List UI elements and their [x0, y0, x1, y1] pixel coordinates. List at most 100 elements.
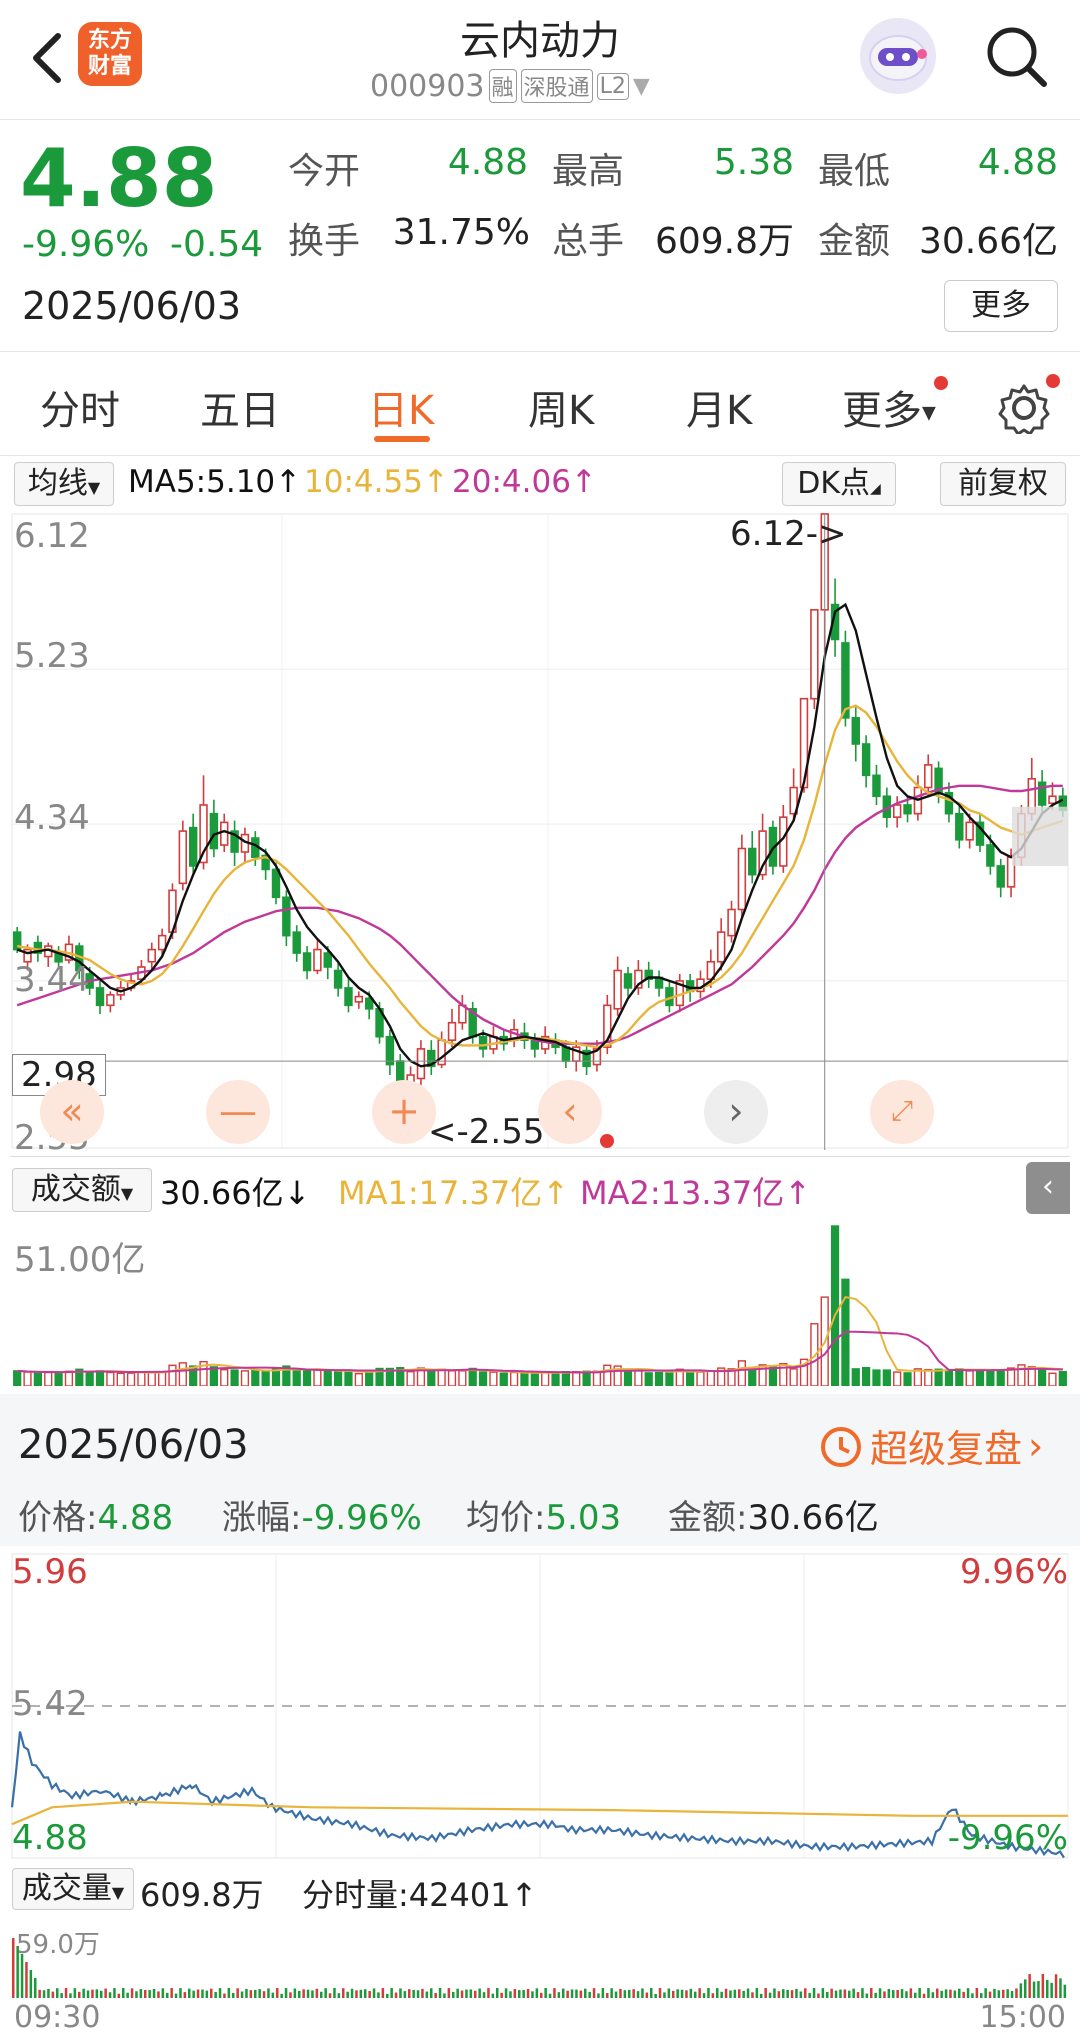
robot-icon [869, 35, 927, 81]
intraday-volume-bar [773, 1988, 776, 1998]
volume-legend: 30.66亿↓ [160, 1168, 310, 1214]
candle [282, 890, 291, 947]
intraday-volume-bar [130, 1988, 134, 1998]
more-button[interactable]: 更多 [944, 280, 1058, 332]
tab-five-day[interactable]: 五日 [200, 378, 280, 436]
volume-bar [830, 1225, 840, 1386]
intraday-volume-bar [900, 1989, 904, 1998]
detail-avg-label: 均价: [466, 1498, 546, 1538]
intraday-volume-bar [12, 1938, 15, 1998]
intraday-volume-bar [412, 1989, 415, 1998]
intraday-volume-bar [716, 1988, 719, 1998]
intraday-volume-bar [834, 1990, 838, 1998]
intraday-volume-bar [821, 1988, 825, 1998]
candle [737, 834, 747, 919]
intraday-volume-bar [513, 1989, 517, 1998]
candle-body [344, 987, 353, 1007]
intraday-vol-select[interactable]: 成交量▼ [12, 1868, 134, 1910]
candle-body [955, 812, 964, 841]
candle [955, 804, 964, 849]
scroll-left-fast-button[interactable]: « [40, 1080, 104, 1144]
candle [613, 956, 622, 1016]
volume-bar [1048, 1372, 1057, 1386]
intraday-volume-bar [51, 1991, 55, 1998]
intraday-volume-bar [161, 1988, 165, 1998]
candle-body [810, 609, 819, 700]
intraday-volume-bar [210, 1988, 213, 1998]
collapse-panel-button[interactable]: ‹ [1026, 1162, 1070, 1214]
intraday-volume-bar [1050, 1982, 1053, 1998]
intraday-volume-bar [29, 1970, 33, 1998]
intraday-volume-bar [755, 1988, 759, 1998]
intraday-volume-bar [1010, 1991, 1014, 1998]
intraday-volume-bar [676, 1989, 679, 1998]
intraday-volume-bar [531, 1991, 534, 1998]
intraday-volume-bar [931, 1992, 935, 1998]
scroll-left-button[interactable]: ‹ [538, 1080, 602, 1144]
open-label: 今开 [288, 151, 361, 192]
amount-value: 30.66亿 [918, 221, 1058, 262]
intraday-volume-bar [416, 1990, 420, 1998]
intraday-volume-bar [381, 1988, 385, 1998]
volume-bar [230, 1369, 239, 1386]
vol-ma1-text: MA1:17.37亿 [338, 1174, 543, 1212]
plot-frame [11, 513, 1069, 1149]
candle [582, 1043, 591, 1076]
volume-bar [209, 1366, 218, 1386]
intraday-volume-bar [707, 1988, 710, 1998]
intraday-volume-bar [628, 1989, 631, 1998]
zoom-out-button[interactable]: — [206, 1080, 270, 1144]
volume-bar [137, 1371, 146, 1386]
tab-more-label: 更多 [842, 388, 922, 434]
intraday-volume-bar [408, 1989, 411, 1998]
assistant-avatar[interactable] [860, 18, 936, 94]
intraday-volume-bar [751, 1992, 754, 1998]
volume-bar [789, 1368, 798, 1386]
search-button[interactable] [980, 20, 1052, 92]
tab-daily-k[interactable]: 日K [368, 378, 434, 436]
volume-bar [406, 1370, 415, 1386]
volume-divider [10, 1156, 1070, 1157]
tab-intraday[interactable]: 分时 [40, 378, 120, 436]
candle [437, 1031, 446, 1069]
intraday-volume-bar [826, 1991, 829, 1998]
intraday-volume-bar [535, 1988, 539, 1998]
dk-point-button[interactable]: DK点◢ [782, 462, 896, 506]
scroll-right-button[interactable]: › [704, 1080, 768, 1144]
intraday-volume-bar [399, 1988, 402, 1998]
adjust-button[interactable]: 前复权 [940, 462, 1066, 506]
volume-bar [934, 1368, 943, 1386]
volume-bar [530, 1372, 539, 1386]
intraday-volume-bar [839, 1989, 842, 1998]
intraday-volume-bar [333, 1988, 336, 1998]
settings-button[interactable] [996, 378, 1052, 436]
candle [696, 970, 705, 999]
volume-bar [106, 1371, 115, 1386]
zoom-in-button[interactable]: + [372, 1080, 436, 1144]
ma10-legend: 10:4.55↑ [304, 464, 449, 500]
vol-ma1-arrow-up-icon: ↑ [542, 1174, 570, 1212]
volume-bar [354, 1372, 363, 1386]
y-label-2: 5.23 [14, 636, 90, 676]
intraday-volume-bar [1054, 1974, 1058, 1998]
tab-monthly-k[interactable]: 月K [686, 378, 752, 436]
dropdown-triangle-icon[interactable]: ▼ [633, 74, 650, 99]
fullscreen-button[interactable]: ⤢ [870, 1080, 934, 1144]
intraday-volume-bar [777, 1991, 781, 1998]
ma-select[interactable]: 均线▼ [14, 462, 114, 506]
volume-bar [64, 1370, 74, 1386]
ma-select-label: 均线 [27, 466, 88, 501]
intraday-volume-bar [1028, 1974, 1031, 1998]
volume-bar [862, 1366, 871, 1386]
intraday-volume-bar [355, 1990, 358, 1998]
intraday-volume-bar [746, 1988, 750, 1998]
intraday-volume-bar [654, 1993, 657, 1998]
intraday-volume-bar [667, 1988, 671, 1998]
tab-more[interactable]: 更多▼ [842, 378, 936, 436]
super-replay-link[interactable]: 超级复盘 › [818, 1418, 1043, 1473]
tab-weekly-k[interactable]: 周K [528, 378, 594, 436]
intraday-volume-bar [504, 1988, 508, 1998]
intraday-volume-bar [518, 1990, 521, 1998]
volume-select[interactable]: 成交额▼ [12, 1168, 152, 1212]
candle-body [965, 821, 974, 841]
